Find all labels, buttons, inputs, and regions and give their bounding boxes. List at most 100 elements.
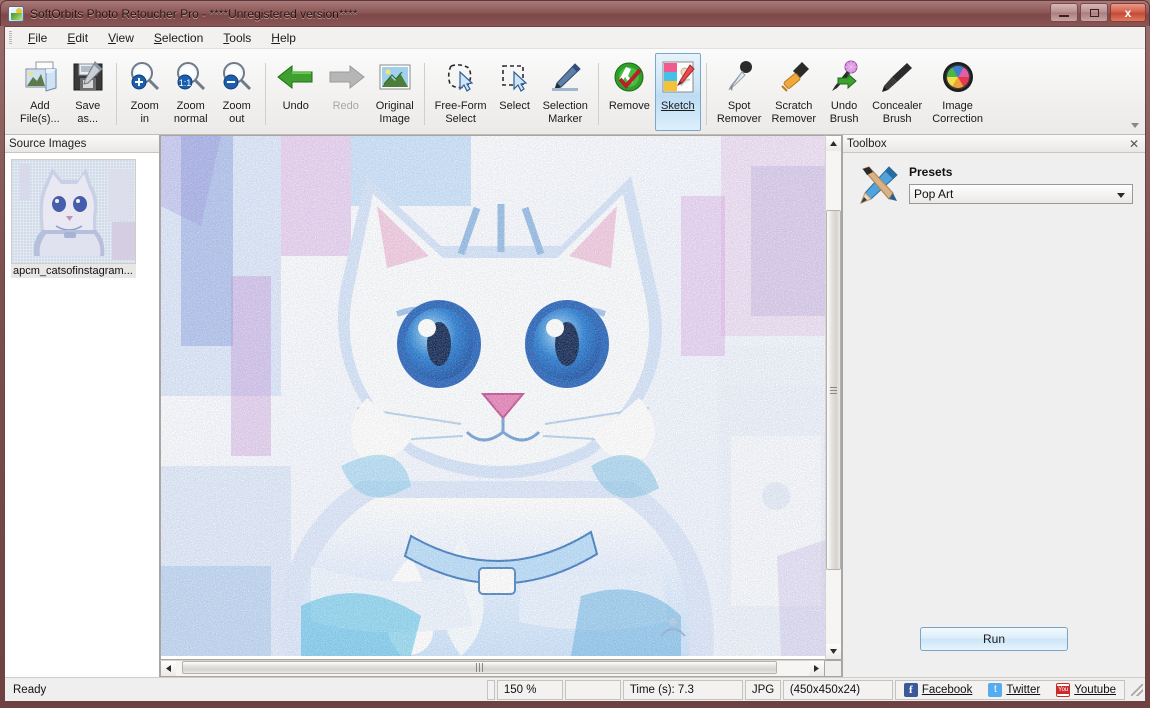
toolbar-button-free-form-select[interactable]: Free-Form Select bbox=[430, 53, 492, 131]
toolbar-button-undo-brush[interactable]: Undo Brush bbox=[821, 53, 867, 131]
title-bar: SoftOrbits Photo Retoucher Pro - ****Unr… bbox=[0, 0, 1150, 26]
undo-icon bbox=[276, 57, 316, 97]
spot-remover-icon bbox=[721, 57, 757, 97]
toolbar-button-original-image[interactable]: Original Image bbox=[371, 53, 419, 131]
menu-item-view[interactable]: View bbox=[99, 29, 143, 47]
selection-marker-icon bbox=[547, 57, 583, 97]
maximize-button[interactable] bbox=[1080, 3, 1108, 22]
toolbar-button-zoom-in[interactable]: Zoom in bbox=[122, 53, 168, 131]
toolbar-button-scratch-remover[interactable]: Scratch Remover bbox=[766, 53, 821, 131]
youtube-link[interactable]: Youtube bbox=[1074, 684, 1116, 696]
toolbox-panel: Toolbox ✕ Presets Pop Art Run bbox=[842, 135, 1145, 677]
scroll-left-button[interactable] bbox=[161, 661, 176, 676]
select-icon bbox=[497, 57, 533, 97]
app-icon bbox=[8, 5, 24, 22]
toolbar-button-redo[interactable]: Redo bbox=[321, 53, 371, 131]
toolbar-separator bbox=[705, 62, 707, 125]
run-row: Run bbox=[855, 627, 1133, 677]
list-item[interactable]: apcm_catsofinstagram... bbox=[11, 159, 136, 278]
vertical-scroll-thumb[interactable] bbox=[826, 210, 841, 571]
vertical-scroll-track[interactable] bbox=[826, 151, 841, 644]
toolbar-button-remove[interactable]: Remove bbox=[604, 53, 655, 131]
minimize-button[interactable] bbox=[1050, 3, 1078, 22]
concealer-brush-icon bbox=[879, 57, 915, 97]
toolbar-button-spot-remover[interactable]: Spot Remover bbox=[712, 53, 767, 131]
edited-image bbox=[161, 136, 825, 656]
toolbar-label: Spot Remover bbox=[716, 100, 762, 125]
toolbar-button-sketch[interactable]: Sketch bbox=[654, 53, 701, 131]
window-title: SoftOrbits Photo Retoucher Pro - ****Unr… bbox=[30, 6, 358, 21]
toolbox-title: Toolbox bbox=[847, 137, 887, 150]
status-ready: Ready bbox=[13, 683, 47, 696]
status-format: JPG bbox=[744, 679, 781, 700]
chevron-down-icon[interactable] bbox=[1117, 193, 1125, 198]
twitter-link[interactable]: Twitter bbox=[1006, 684, 1040, 696]
svg-text:1:1: 1:1 bbox=[178, 78, 191, 88]
twitter-icon: t bbox=[988, 682, 1003, 697]
menu-item-file[interactable]: File bbox=[19, 29, 56, 47]
social-twitter[interactable]: t Twitter bbox=[988, 682, 1040, 697]
toolbar-separator bbox=[423, 62, 425, 125]
menu-item-selection[interactable]: Selection bbox=[145, 29, 212, 47]
canvas-vertical-scrollbar[interactable] bbox=[825, 135, 842, 660]
toolbar-label: Select bbox=[499, 100, 530, 112]
presets-dropdown[interactable]: Pop Art bbox=[909, 184, 1133, 204]
toolbar-label: Selection Marker bbox=[542, 100, 588, 125]
scroll-down-button[interactable] bbox=[826, 644, 841, 659]
toolbar-button-concealer-brush[interactable]: Concealer Brush bbox=[867, 53, 927, 131]
scroll-up-button[interactable] bbox=[826, 136, 841, 151]
toolbar-label: Save as... bbox=[75, 100, 101, 125]
original-image-icon bbox=[378, 57, 412, 97]
toolbar-label: Zoom out bbox=[222, 100, 251, 125]
presets-group: Presets Pop Art bbox=[909, 165, 1133, 204]
toolbar-overflow-icon[interactable] bbox=[1131, 123, 1139, 128]
status-dimensions: (450x450x24) bbox=[782, 679, 893, 700]
redo-icon bbox=[326, 57, 366, 97]
status-time: Time (s): 7.3 bbox=[622, 679, 743, 700]
toolbar-button-add-files[interactable]: Add File(s)... bbox=[15, 53, 65, 131]
menu-item-edit[interactable]: Edit bbox=[58, 29, 97, 47]
thumbnail-image[interactable] bbox=[11, 159, 136, 264]
status-bar: Ready 150 % Time (s): 7.3 JPG (450x450x2… bbox=[5, 677, 1145, 701]
social-facebook[interactable]: f Facebook bbox=[903, 682, 973, 697]
toolbox-close-icon[interactable]: ✕ bbox=[1129, 138, 1139, 150]
scrollbar-corner bbox=[825, 660, 842, 677]
main-body: Source Images apcm_catsofinstagram... To… bbox=[5, 135, 1145, 677]
toolbar-button-selection-marker[interactable]: Selection Marker bbox=[538, 53, 593, 131]
client-area: File Edit View Selection Tools Help Add … bbox=[4, 26, 1146, 702]
menu-item-tools[interactable]: Tools bbox=[214, 29, 260, 47]
youtube-icon: You bbox=[1056, 682, 1071, 697]
zoom-in-icon bbox=[127, 57, 163, 97]
scratch-remover-icon bbox=[776, 57, 812, 97]
canvas-horizontal-scrollbar-row bbox=[160, 660, 842, 677]
toolbox-body: Presets Pop Art Run bbox=[843, 153, 1145, 677]
menu-bar: File Edit View Selection Tools Help bbox=[5, 27, 1145, 49]
menu-item-help[interactable]: Help bbox=[262, 29, 305, 47]
canvas-panel bbox=[160, 135, 842, 677]
pencil-brush-icon bbox=[855, 165, 899, 205]
source-images-panel: Source Images apcm_catsofinstagram... bbox=[5, 135, 160, 677]
close-button[interactable]: x bbox=[1110, 3, 1146, 22]
toolbar-button-save-as[interactable]: Save as... bbox=[65, 53, 111, 131]
toolbar-button-image-correction[interactable]: Image Correction bbox=[927, 53, 988, 131]
source-images-list[interactable]: apcm_catsofinstagram... bbox=[5, 153, 159, 677]
run-button[interactable]: Run bbox=[920, 627, 1068, 651]
facebook-link[interactable]: Facebook bbox=[922, 684, 973, 696]
scroll-right-button[interactable] bbox=[809, 661, 824, 676]
resize-grip-icon[interactable] bbox=[1131, 683, 1143, 696]
toolbox-title-bar: Toolbox ✕ bbox=[843, 135, 1145, 153]
save-as-icon bbox=[71, 57, 105, 97]
horizontal-scroll-thumb[interactable] bbox=[182, 661, 778, 674]
toolbar-button-select[interactable]: Select bbox=[492, 53, 538, 131]
image-canvas[interactable] bbox=[160, 135, 825, 660]
toolbar-button-zoom-normal[interactable]: 1:1 Zoom normal bbox=[168, 53, 214, 131]
social-youtube[interactable]: You Youtube bbox=[1056, 682, 1116, 697]
canvas-horizontal-scrollbar[interactable] bbox=[160, 660, 825, 677]
remove-icon bbox=[612, 57, 646, 97]
toolbar-separator bbox=[264, 62, 266, 125]
horizontal-scroll-track[interactable] bbox=[176, 661, 809, 676]
toolbar-button-zoom-out[interactable]: Zoom out bbox=[214, 53, 260, 131]
toolbar-button-undo[interactable]: Undo bbox=[271, 53, 321, 131]
zoom-normal-icon: 1:1 bbox=[173, 57, 209, 97]
toolbar-label: Zoom in bbox=[130, 100, 159, 125]
